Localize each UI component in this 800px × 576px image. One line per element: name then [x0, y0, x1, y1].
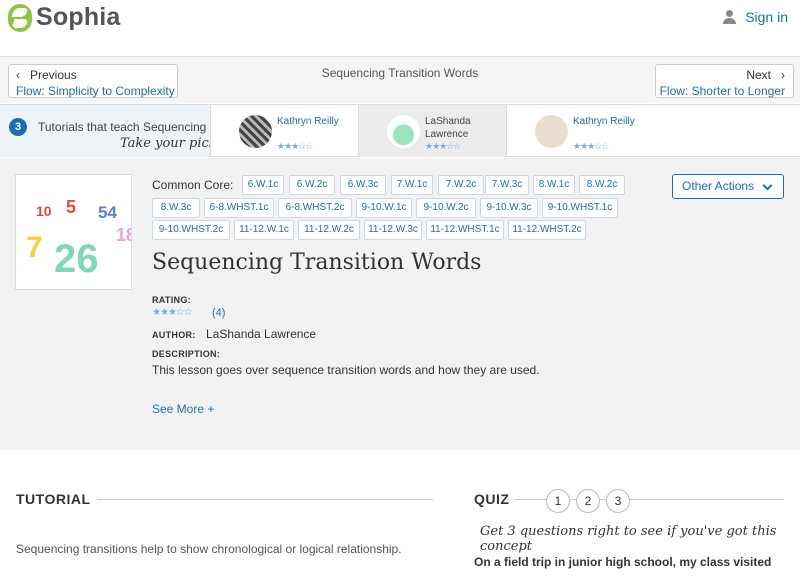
quiz-step-1[interactable]: 1	[546, 489, 570, 513]
sophia-logo-icon	[8, 3, 32, 32]
tutorials-lead-text: Tutorials that teach Sequencing	[38, 120, 207, 134]
lesson-description: This lesson goes over sequence transitio…	[152, 363, 540, 377]
tutorials-lead: 3 Tutorials that teach Sequencing Take y…	[0, 105, 210, 157]
brand-name: Sophia	[36, 3, 121, 31]
author-name: LaShanda Lawrence	[206, 327, 317, 341]
lesson-title: Sequencing Transition Words	[152, 250, 482, 275]
see-more-link[interactable]: See More +	[152, 402, 214, 416]
standard-tag[interactable]: 6-8.WHST.1c	[204, 198, 274, 218]
standard-tag[interactable]: 9-10.W.3c	[480, 198, 538, 218]
lesson-details: 10 5 54 26 18 7 Common Core: 6.W.1c 6.W.…	[0, 158, 800, 450]
rating-stars[interactable]: ★★★☆☆	[152, 307, 193, 318]
rating-count[interactable]: (4)	[212, 307, 225, 319]
lesson-thumbnail: 10 5 54 26 18 7	[15, 174, 132, 290]
quiz-step-2[interactable]: 2	[576, 489, 600, 513]
standard-tag[interactable]: 11-12.WHST.2c	[508, 220, 586, 240]
description-label: DESCRIPTION:	[152, 349, 221, 359]
sign-in-label: Sign in	[745, 9, 788, 25]
tutorial-author: Kathryn Reilly	[277, 116, 339, 127]
standard-tag[interactable]: 8.W.2c	[579, 175, 625, 195]
take-your-pick-text: Take your pick:	[120, 136, 210, 151]
next-flow-title: Flow: Shorter to Longer	[659, 84, 785, 98]
tutorial-author: LaShanda Lawrence	[425, 116, 471, 140]
tutorial-divider	[97, 499, 433, 500]
tutorial-card-selected[interactable]: LaShanda Lawrence ★★★☆☆	[358, 105, 506, 157]
standard-tag[interactable]: 7.W.3c	[485, 175, 529, 195]
tutorial-thumbnail	[239, 115, 272, 148]
next-flow-button[interactable]: Next › Flow: Shorter to Longer	[655, 64, 794, 98]
quiz-heading: QUIZ	[474, 491, 510, 507]
standard-tag[interactable]: 9-10.W.1c	[356, 198, 412, 218]
standard-tag[interactable]: 6.W.3c	[340, 175, 386, 195]
quiz-cta: Get 3 questions right to see if you've g…	[480, 524, 777, 554]
standard-tag[interactable]: 9-10.WHST.1c	[542, 198, 618, 218]
other-actions-label: Other Actions	[682, 179, 755, 193]
next-direction: Next ›	[746, 68, 785, 82]
tutorial-rating-stars: ★★★☆☆	[573, 141, 609, 151]
tutorial-thumbnail	[387, 115, 420, 148]
tutorial-text: Sequencing transitions help to show chro…	[16, 542, 402, 556]
standard-tag[interactable]: 9-10.W.2c	[416, 198, 476, 218]
chevron-down-icon	[762, 180, 773, 191]
standard-tag[interactable]: 7.W.1c	[391, 175, 433, 195]
standard-tag[interactable]: 7.W.2c	[438, 175, 484, 195]
tutorial-card[interactable]: Kathryn Reilly ★★★☆☆	[506, 105, 654, 157]
thumb-number: 5	[66, 197, 77, 217]
standard-tag[interactable]: 6-8.WHST.2c	[278, 198, 352, 218]
standard-tag[interactable]: 11-12.W.2c	[298, 220, 360, 240]
tutorials-strip: 3 Tutorials that teach Sequencing Take y…	[0, 104, 800, 157]
rating-label: RATING:	[152, 295, 191, 305]
standard-tag[interactable]: 8.W.1c	[533, 175, 575, 195]
standard-tag[interactable]: 11-12.WHST.1c	[426, 220, 504, 240]
sign-in-link[interactable]: Sign in	[723, 9, 788, 25]
standard-tag[interactable]: 6.W.2c	[289, 175, 335, 195]
quiz-question: On a field trip in junior high school, m…	[474, 555, 772, 569]
other-actions-dropdown[interactable]: Other Actions	[672, 174, 784, 199]
user-icon	[723, 10, 737, 24]
tutorial-heading: TUTORIAL	[16, 491, 91, 507]
tutorial-rating-stars: ★★★☆☆	[277, 141, 313, 151]
flow-navigation: ‹ Previous Flow: Simplicity to Complexit…	[0, 57, 800, 103]
common-core-label: Common Core:	[152, 178, 234, 192]
thumb-number: 10	[36, 203, 52, 219]
sophia-logo[interactable]: Sophia	[8, 3, 121, 32]
standard-tag[interactable]: 6.W.1c	[242, 175, 284, 195]
standard-tag[interactable]: 8.W.3c	[152, 198, 200, 218]
tutorial-thumbnail	[535, 115, 568, 148]
thumb-number: 18	[116, 225, 131, 245]
quiz-step-3[interactable]: 3	[606, 489, 630, 513]
tutorial-author: Kathryn Reilly	[573, 116, 635, 127]
tutorial-card[interactable]: Kathryn Reilly ★★★☆☆	[210, 105, 358, 157]
previous-flow-title: Flow: Simplicity to Complexity	[16, 84, 175, 98]
standard-tag[interactable]: 11-12.W.3c	[364, 220, 422, 240]
site-header: Sophia Sign in	[0, 0, 800, 57]
tutorial-count-badge: 3	[9, 118, 27, 136]
tutorial-rating-stars: ★★★☆☆	[425, 141, 461, 151]
thumb-number: 26	[54, 237, 99, 281]
standard-tag[interactable]: 9-10.WHST.2c	[152, 220, 230, 240]
author-label: AUTHOR:	[152, 330, 196, 340]
thumb-number: 54	[98, 203, 117, 222]
standard-tag[interactable]: 11-12.W.1c	[234, 220, 294, 240]
thumb-number: 7	[26, 231, 43, 264]
